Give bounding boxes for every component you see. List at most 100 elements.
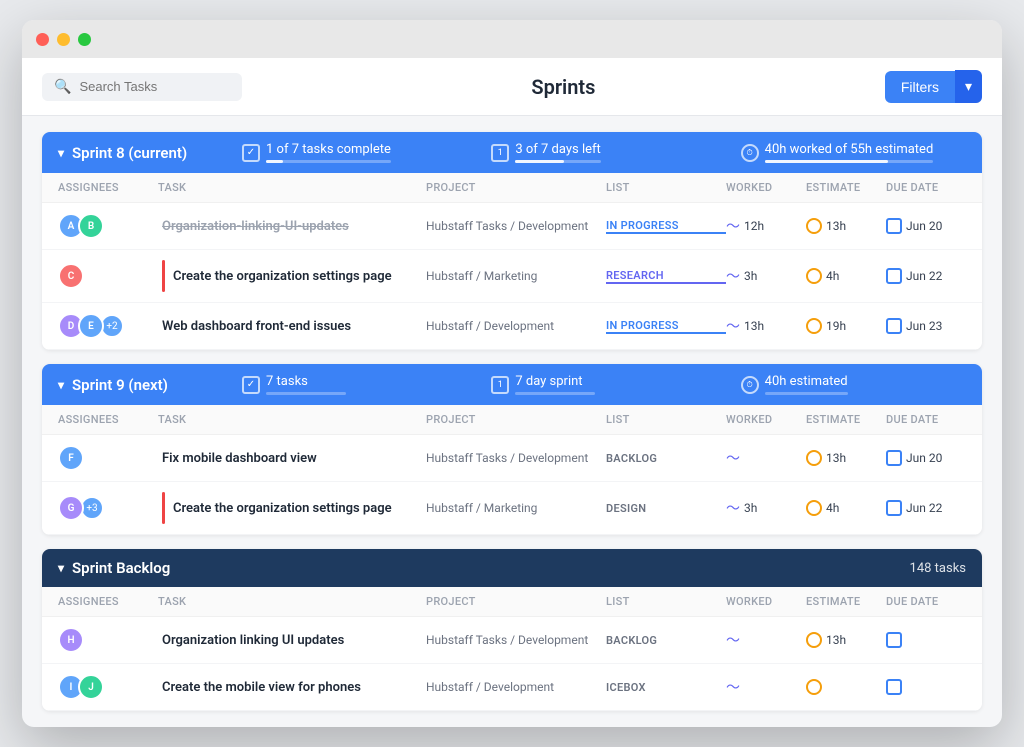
clock-icon [806, 500, 822, 516]
project-name: Hubstaff Tasks / Development [426, 633, 606, 647]
calendar-icon [886, 632, 902, 648]
table-row[interactable]: H Organization linking UI updates Hubstaff… [42, 617, 982, 664]
list-badge: DESIGN [606, 502, 726, 515]
due-date-cell [886, 679, 966, 695]
column-header: Due Date [886, 595, 966, 608]
minimize-button[interactable] [57, 33, 70, 46]
wave-icon: 〜 [726, 316, 740, 336]
due-date-cell [886, 632, 966, 648]
column-header: Assignees [58, 181, 158, 194]
close-button[interactable] [36, 33, 49, 46]
task-name[interactable]: Create the organization settings page [173, 269, 392, 284]
table-row[interactable]: G+3Create the organization settings page… [42, 482, 982, 535]
stat-bar [515, 160, 600, 163]
sprint-title[interactable]: ▾Sprint 9 (next) [58, 376, 218, 394]
calendar-icon [886, 679, 902, 695]
sprint-header: ▾Sprint 9 (next) ✓ 7 tasks 1 7 day sprin… [42, 364, 982, 405]
project-name: Hubstaff / Marketing [426, 269, 606, 283]
sprint-title[interactable]: ▾Sprint 8 (current) [58, 144, 218, 162]
assignee-cell: H [58, 627, 158, 653]
titlebar [22, 20, 1002, 58]
estimate-cell: 19h [806, 318, 886, 334]
stat-bar [515, 392, 595, 395]
maximize-button[interactable] [78, 33, 91, 46]
due-date-value: Jun 20 [906, 451, 942, 465]
stat-text: 1 of 7 tasks complete [266, 142, 391, 157]
column-header: Task [158, 413, 426, 426]
sprint-table: AssigneesTaskProjectListWorkedEstimateDu… [42, 405, 982, 535]
due-date-value: Jun 20 [906, 219, 942, 233]
column-header: Due Date [886, 181, 966, 194]
assignee-cell: F [58, 445, 158, 471]
task-name[interactable]: Fix mobile dashboard view [162, 451, 317, 466]
worked-cell: 〜 [726, 630, 806, 650]
stat-text: 7 day sprint [515, 374, 595, 389]
task-cell: Organization-linking-UI-updates [158, 219, 426, 234]
stat-bar-fill [515, 160, 564, 163]
backlog-title[interactable]: ▾ Sprint Backlog [58, 559, 910, 577]
stat-bar-fill [266, 160, 283, 163]
filters-button[interactable]: Filters [885, 71, 955, 103]
task-name[interactable]: Organization-linking-UI-updates [162, 219, 349, 234]
sprint-header: ▾Sprint 8 (current) ✓ 1 of 7 tasks compl… [42, 132, 982, 173]
backlog-count: 148 tasks [910, 561, 966, 576]
table-header-row: AssigneesTaskProjectListWorkedEstimateDu… [42, 173, 982, 203]
due-date-cell: Jun 20 [886, 218, 966, 234]
backlog-name: Sprint Backlog [72, 559, 170, 577]
task-cell: Web dashboard front-end issues [158, 319, 426, 334]
project-name: Hubstaff / Development [426, 319, 606, 333]
estimate-value: 4h [826, 269, 839, 283]
sprint-stat: ⏱ 40h worked of 55h estimated [741, 142, 966, 163]
search-box[interactable]: 🔍 [42, 73, 242, 101]
due-date-value: Jun 22 [906, 269, 942, 283]
estimate-cell: 13h [806, 218, 886, 234]
filters-dropdown-button[interactable]: ▾ [955, 70, 982, 103]
table-row[interactable]: CCreate the organization settings pageHu… [42, 250, 982, 303]
task-cell: Create the mobile view for phones [158, 680, 426, 695]
sprint-stat: ⏱ 40h estimated [741, 374, 966, 395]
sprint-section-sprint9: ▾Sprint 9 (next) ✓ 7 tasks 1 7 day sprin… [42, 364, 982, 535]
due-date-cell: Jun 23 [886, 318, 966, 334]
estimate-value: 4h [826, 501, 839, 515]
content-area: ▾Sprint 8 (current) ✓ 1 of 7 tasks compl… [22, 116, 1002, 727]
estimate-cell [806, 679, 886, 695]
assignee-cell: IJ [58, 674, 158, 700]
table-row[interactable]: DE+2 Web dashboard front-end issues Hubsta… [42, 303, 982, 350]
task-cell: Create the organization settings page [158, 492, 426, 524]
column-header: Estimate [806, 595, 886, 608]
clock-icon [806, 318, 822, 334]
column-header: List [606, 181, 726, 194]
estimate-cell: 4h [806, 500, 886, 516]
sprint-stat: 1 7 day sprint [491, 374, 716, 395]
due-date-value: Jun 22 [906, 501, 942, 515]
worked-cell: 〜13h [726, 316, 806, 336]
stat-with-bar: 7 tasks [266, 374, 346, 395]
chevron-icon: ▾ [58, 561, 64, 575]
column-header: Assignees [58, 413, 158, 426]
estimate-cell: 13h [806, 450, 886, 466]
due-date-value: Jun 23 [906, 319, 942, 333]
table-row[interactable]: IJCreate the mobile view for phonesHubst… [42, 664, 982, 711]
sprint-stat: ✓ 1 of 7 tasks complete [242, 142, 467, 163]
task-name[interactable]: Web dashboard front-end issues [162, 319, 351, 334]
sprint-section-sprint8: ▾Sprint 8 (current) ✓ 1 of 7 tasks compl… [42, 132, 982, 350]
task-name[interactable]: Create the organization settings page [173, 501, 392, 516]
column-header: Worked [726, 595, 806, 608]
filters-group: Filters ▾ [885, 70, 982, 103]
assignee-cell: DE+2 [58, 313, 158, 339]
table-row[interactable]: ABOrganization-linking-UI-updatesHubstaf… [42, 203, 982, 250]
estimate-value: 13h [826, 633, 846, 647]
page-title: Sprints [531, 75, 595, 99]
sprint-stat: ✓ 7 tasks [242, 374, 467, 395]
task-name[interactable]: Organization linking UI updates [162, 633, 344, 648]
sprint-name: Sprint 8 (current) [72, 144, 187, 162]
search-input[interactable] [79, 79, 230, 94]
task-name[interactable]: Create the mobile view for phones [162, 680, 361, 695]
clock-icon [806, 632, 822, 648]
clock-icon [806, 218, 822, 234]
estimate-value: 19h [826, 319, 846, 333]
column-header: Estimate [806, 413, 886, 426]
table-row[interactable]: FFix mobile dashboard viewHubstaff Tasks… [42, 435, 982, 482]
stat-with-bar: 7 day sprint [515, 374, 595, 395]
sprint-table: AssigneesTaskProjectListWorkedEstimateDu… [42, 173, 982, 350]
